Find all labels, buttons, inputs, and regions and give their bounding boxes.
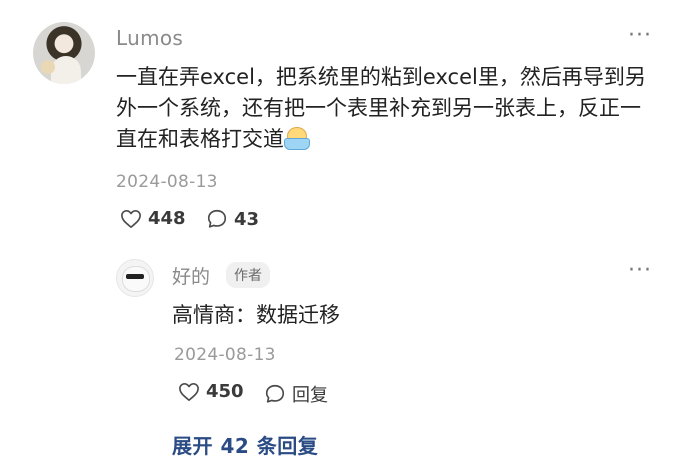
reply-button-label: 回复	[292, 385, 328, 406]
comment-count: 43	[234, 208, 260, 230]
comment-date: 2024-08-13	[116, 172, 218, 192]
comment-bubble-icon	[265, 384, 285, 403]
reply-more-options-icon[interactable]: ···	[628, 258, 652, 283]
avatar-sunglasses	[126, 274, 144, 279]
reply-username[interactable]: 好的	[172, 262, 210, 289]
comment-bubble-icon	[207, 209, 227, 228]
avatar-dog-head	[122, 266, 150, 292]
avatar-flowers	[41, 60, 55, 74]
expand-replies-link[interactable]: 展开 42 条回复	[172, 430, 318, 459]
heart-icon	[179, 382, 199, 401]
author-badge: 作者	[226, 262, 270, 288]
avatar-figure	[51, 56, 81, 84]
comment-button[interactable]: 43	[206, 208, 259, 230]
like-count: 448	[148, 208, 186, 229]
reply-date: 2024-08-13	[174, 345, 276, 365]
reply-button[interactable]: 回复	[264, 381, 328, 407]
heart-icon	[121, 209, 141, 228]
reply-like-button[interactable]: 450	[178, 381, 244, 402]
comment-text-body: 一直在弄excel，把系统里的粘到excel里，然后再导到另外一个系统，还有把一…	[116, 65, 646, 151]
comment-username[interactable]: Lumos	[116, 26, 183, 50]
comment-text: 一直在弄excel，把系统里的粘到excel里，然后再导到另外一个系统，还有把一…	[116, 62, 661, 155]
reply-avatar[interactable]	[116, 259, 154, 297]
bathing-emoji-icon	[284, 127, 310, 150]
like-button[interactable]: 448	[120, 208, 186, 229]
reply-text: 高情商：数据迁移	[172, 303, 340, 327]
user-avatar[interactable]	[33, 22, 95, 84]
more-options-icon[interactable]: ···	[628, 23, 652, 48]
reply-like-count: 450	[206, 381, 244, 402]
